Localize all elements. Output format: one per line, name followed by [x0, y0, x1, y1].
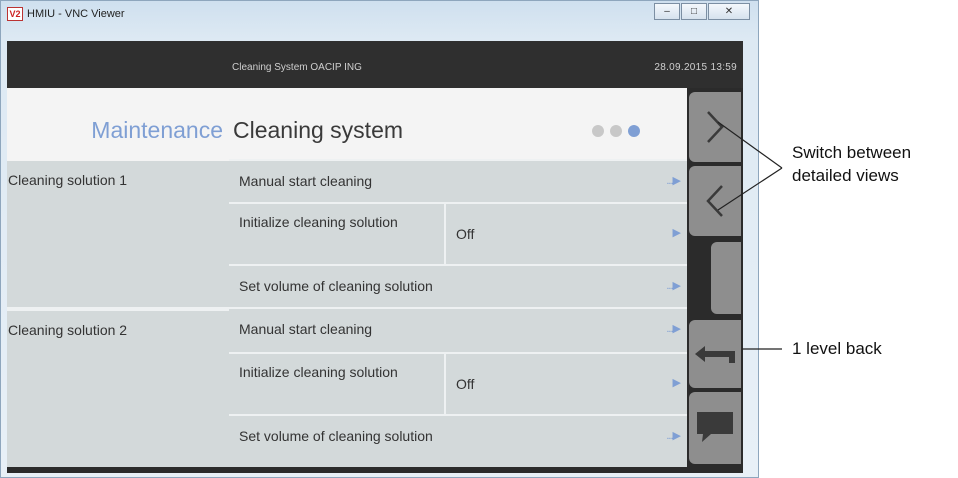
row-label: Initialize cleaning solution: [239, 214, 398, 230]
row-label: Set volume of cleaning solution: [239, 428, 433, 444]
maximize-button[interactable]: □: [681, 3, 707, 20]
row-label: Initialize cleaning solution: [239, 364, 398, 380]
row-set-volume-cleaning-solution[interactable]: Set volume of cleaning solution ...▶: [229, 414, 687, 467]
close-button[interactable]: ✕: [708, 3, 750, 20]
chevron-right-icon: [707, 111, 724, 143]
row-arrow-icon: ...▶: [666, 430, 681, 442]
group-label: Cleaning solution 1: [8, 172, 128, 188]
messages-button[interactable]: [689, 392, 741, 464]
row-manual-start-cleaning[interactable]: Manual start cleaning ...▶: [229, 159, 687, 202]
row-manual-start-cleaning[interactable]: Manual start cleaning ...▶: [229, 309, 687, 352]
side-navigation: [687, 88, 743, 467]
bottom-bar: [7, 467, 743, 473]
settings-list: Cleaning solution 1 Manual start cleanin…: [7, 159, 687, 467]
back-arrow-icon: [695, 346, 735, 363]
page-indicator: [592, 125, 646, 137]
row-label: Manual start cleaning: [239, 321, 373, 337]
back-level-button[interactable]: [689, 320, 741, 388]
hmi-header: Cleaning System OACIP ING 28.09.2015 13:…: [7, 41, 743, 88]
next-view-button[interactable]: [689, 92, 741, 162]
row-initialize-cleaning-solution[interactable]: Initialize cleaning solution Off ▶: [229, 202, 687, 264]
annotation-back: 1 level back: [792, 339, 882, 358]
row-arrow-icon: ...▶: [666, 175, 681, 187]
row-arrow-icon: ...▶: [666, 323, 681, 335]
system-name: Cleaning System OACIP ING: [232, 62, 362, 73]
window-title: HMIU - VNC Viewer: [27, 8, 125, 20]
window-titlebar: V2 HMIU - VNC Viewer – □ ✕: [1, 1, 758, 29]
row-label: Set volume of cleaning solution: [239, 278, 433, 294]
empty-nav-button[interactable]: [711, 242, 741, 314]
row-arrow-icon: ▶: [672, 377, 682, 389]
datetime: 28.09.2015 13:59: [654, 62, 737, 73]
row-initialize-cleaning-solution[interactable]: Initialize cleaning solution Off ▶: [229, 352, 687, 414]
window-controls: – □ ✕: [654, 3, 750, 20]
group-cleaning-solution-2: Cleaning solution 2 Manual start cleanin…: [7, 309, 687, 467]
row-arrow-icon: ...▶: [666, 280, 681, 292]
vnc-viewer-window: V2 HMIU - VNC Viewer – □ ✕ Cleaning Syst…: [0, 0, 759, 478]
page-dot: [592, 125, 604, 137]
hmi-screen: Cleaning System OACIP ING 28.09.2015 13:…: [7, 41, 743, 473]
page-title-sub: Cleaning system: [233, 117, 404, 143]
page-title-main: Maintenance: [91, 117, 223, 143]
row-arrow-icon: ▶: [672, 227, 682, 239]
page-dot: [610, 125, 622, 137]
group-cleaning-solution-1: Cleaning solution 1 Manual start cleanin…: [7, 159, 687, 307]
group-label: Cleaning solution 2: [8, 322, 128, 338]
page-dot-active: [628, 125, 640, 137]
minimize-button[interactable]: –: [654, 3, 680, 20]
row-label: Manual start cleaning: [239, 173, 373, 189]
row-value: Off: [444, 204, 594, 264]
speech-bubble-icon: [697, 412, 733, 442]
row-set-volume-cleaning-solution[interactable]: Set volume of cleaning solution ...▶: [229, 264, 687, 307]
vnc-logo-icon: V2: [7, 7, 23, 21]
chevron-left-icon: [706, 185, 723, 217]
title-bar: Maintenance Cleaning system: [7, 88, 687, 161]
row-value: Off: [444, 354, 594, 414]
annotation-switch-views: Switch between detailed views: [792, 143, 912, 185]
previous-view-button[interactable]: [689, 166, 741, 236]
